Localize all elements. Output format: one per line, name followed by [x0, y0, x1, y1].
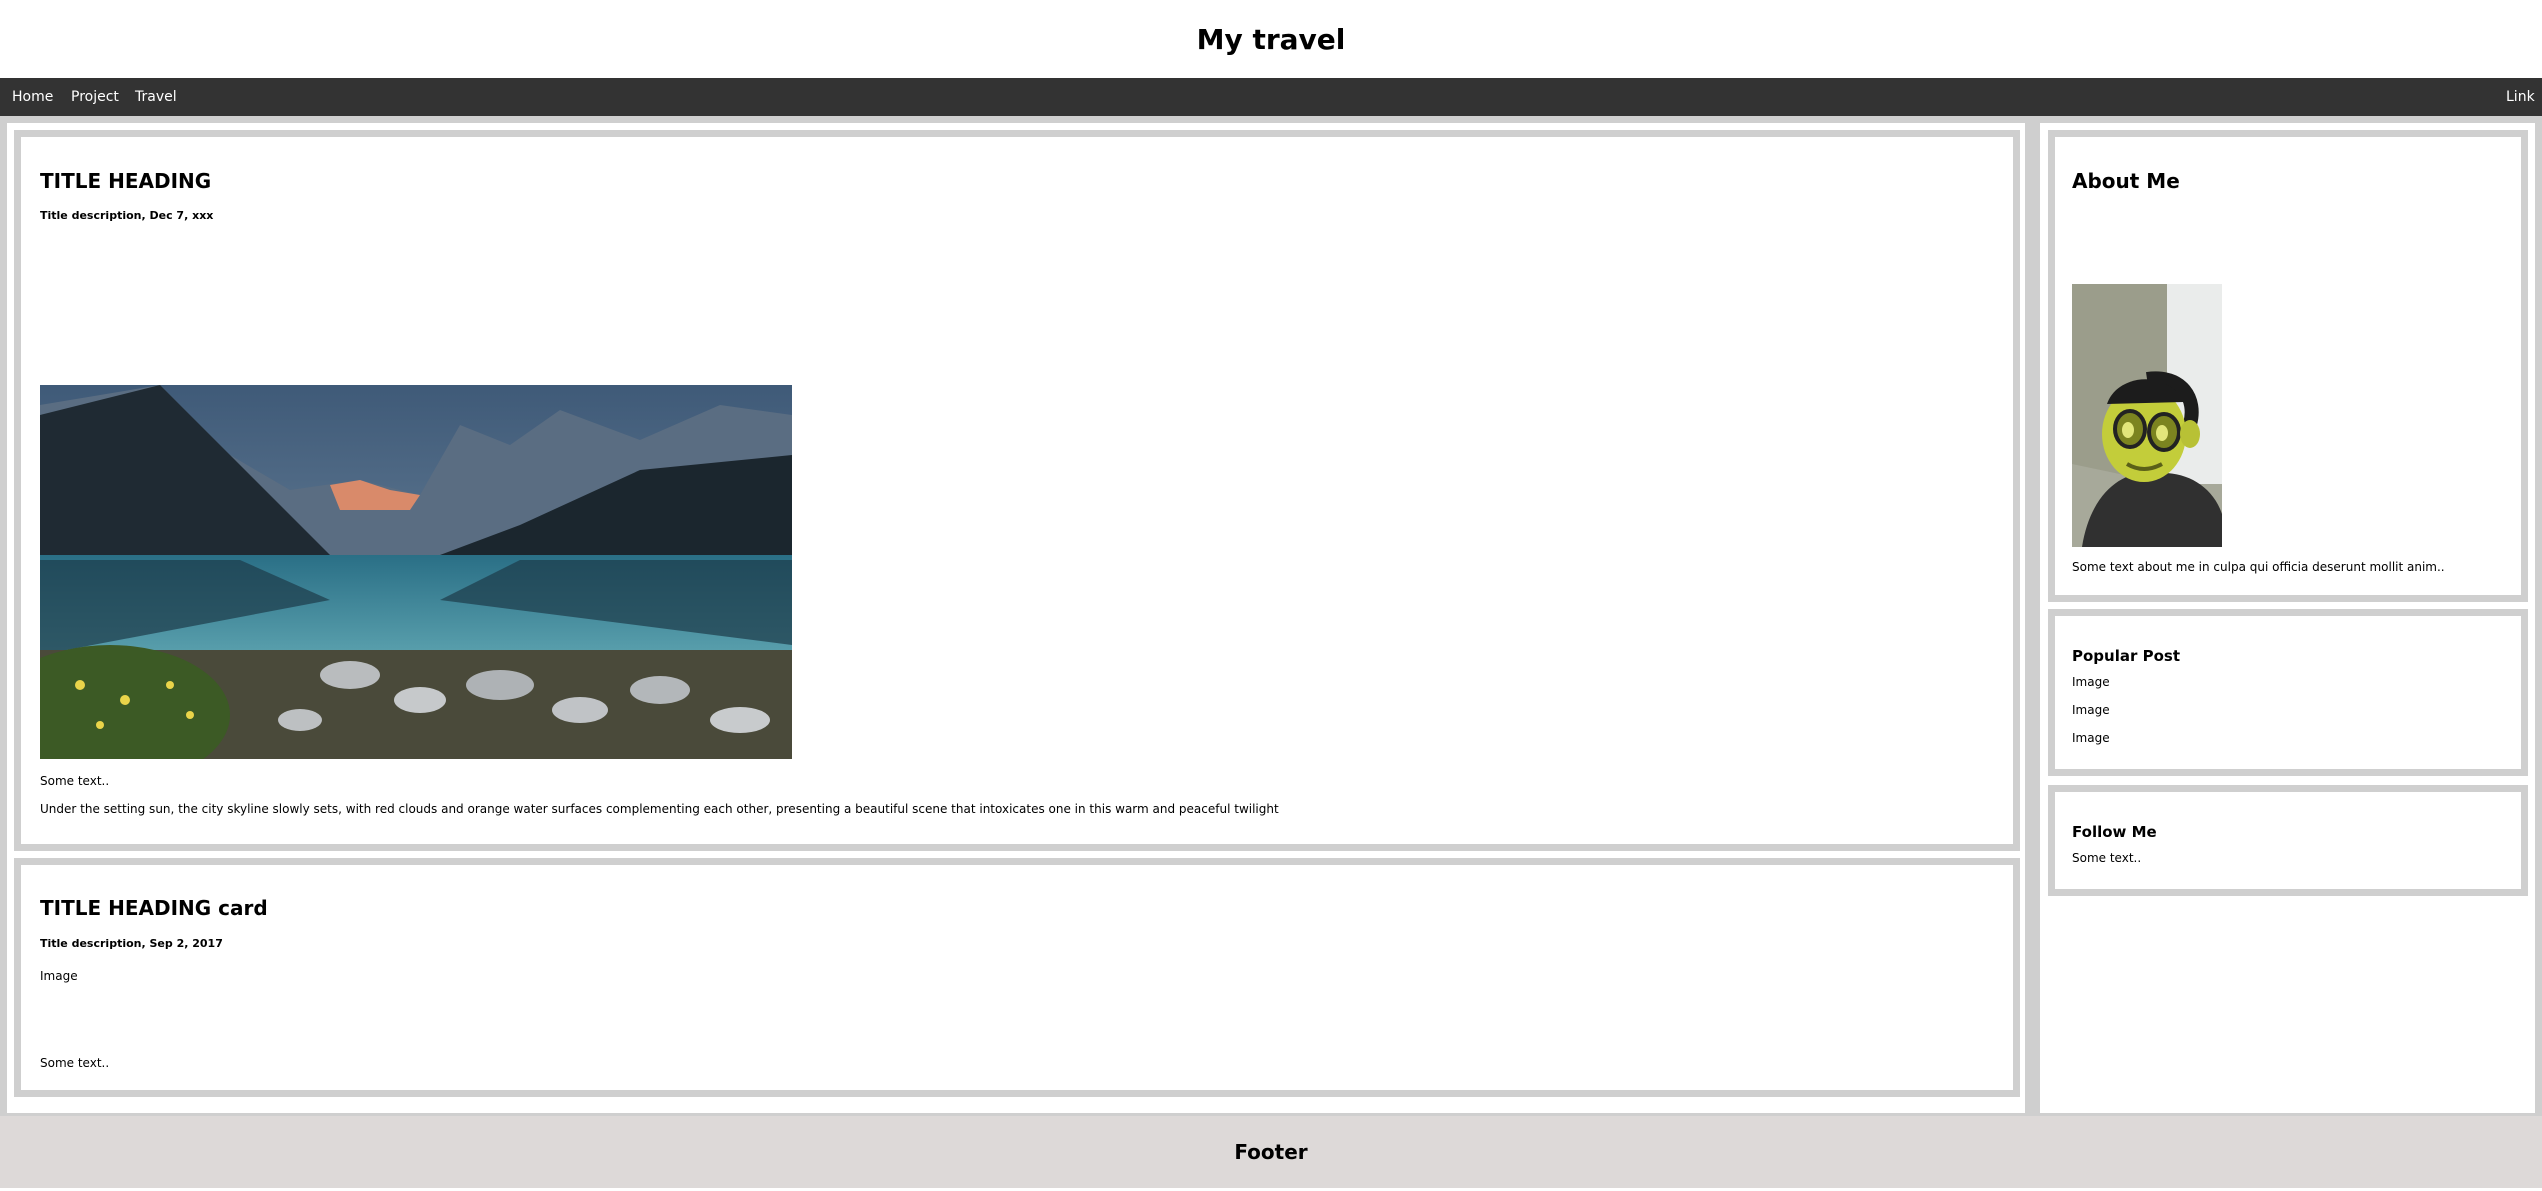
follow-me-text: Some text..: [2072, 851, 2142, 865]
post-title: TITLE HEADING card: [40, 896, 268, 920]
footer-title: Footer: [1234, 1140, 1308, 1164]
top-nav: Home Project Travel Link: [0, 78, 2542, 116]
popular-post-item: Image: [2072, 703, 2110, 717]
site-footer: Footer: [0, 1116, 2542, 1188]
nav-home[interactable]: Home: [12, 78, 53, 116]
site-header: My travel: [0, 0, 2542, 78]
lake-image: [40, 385, 792, 759]
about-card: About Me Some text about me in culpa qui…: [2048, 130, 2528, 602]
nav-link[interactable]: Link: [2506, 78, 2535, 116]
post-body-text: Under the setting sun, the city skyline …: [40, 802, 1279, 816]
follow-me-title: Follow Me: [2072, 823, 2157, 841]
about-text: Some text about me in culpa qui officia …: [2072, 560, 2445, 574]
follow-me-card: Follow Me Some text..: [2048, 785, 2528, 896]
popular-post-item: Image: [2072, 675, 2110, 689]
post-description: Title description, Dec 7, xxx: [40, 209, 214, 222]
post-card-1: TITLE HEADING Title description, Dec 7, …: [14, 130, 2020, 851]
post-text: Some text..: [40, 1056, 110, 1070]
nav-travel[interactable]: Travel: [135, 78, 177, 116]
popular-post-item: Image: [2072, 731, 2110, 745]
about-title: About Me: [2072, 169, 2180, 193]
profile-photo: [2072, 284, 2222, 547]
site-title: My travel: [1196, 22, 1346, 56]
post-intro-text: Some text..: [40, 774, 110, 788]
post-description: Title description, Sep 2, 2017: [40, 937, 223, 950]
post-card-2: TITLE HEADING card Title description, Se…: [14, 858, 2020, 1097]
popular-post-card: Popular Post Image Image Image: [2048, 609, 2528, 776]
post-image-placeholder: Image: [40, 969, 78, 983]
popular-post-title: Popular Post: [2072, 647, 2180, 665]
nav-project[interactable]: Project: [71, 78, 119, 116]
post-title: TITLE HEADING: [40, 169, 212, 193]
